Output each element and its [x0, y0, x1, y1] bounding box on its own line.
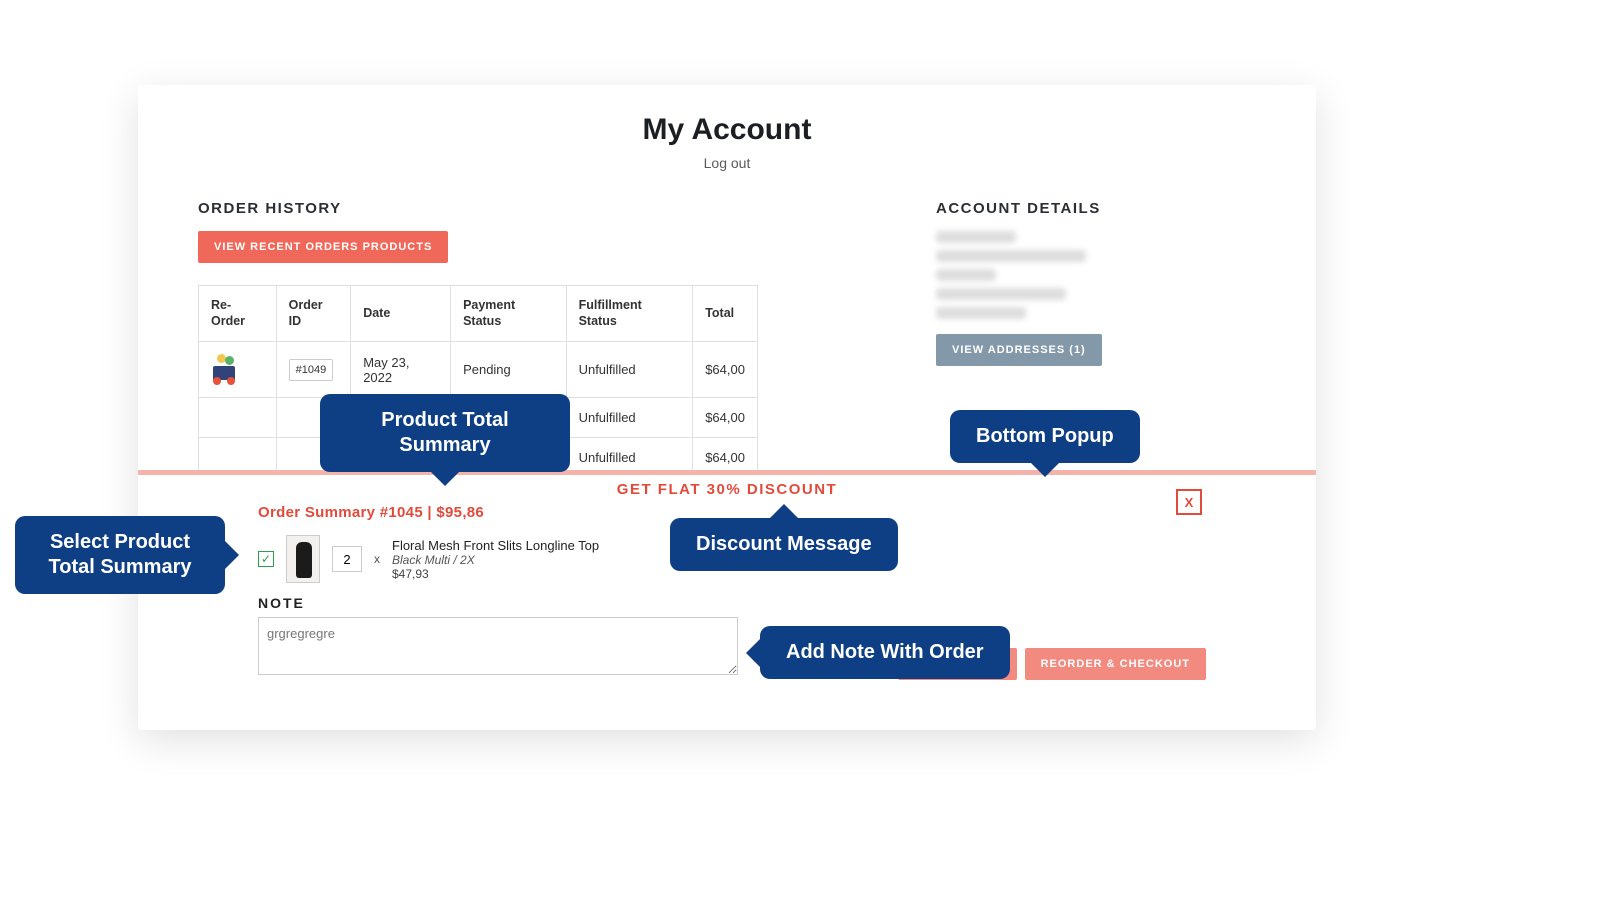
cell-total: $64,00 — [693, 398, 758, 438]
view-addresses-button[interactable]: VIEW ADDRESSES (1) — [936, 334, 1102, 366]
callout-label: Bottom Popup — [976, 425, 1114, 447]
account-card: My Account Log out ORDER HISTORY VIEW RE… — [138, 85, 1316, 730]
view-recent-orders-button[interactable]: VIEW RECENT ORDERS PRODUCTS — [198, 231, 448, 263]
cell-fulfillment: Unfulfilled — [566, 342, 693, 398]
table-row: #1049 May 23, 2022 Pending Unfulfilled $… — [199, 342, 758, 398]
reorder-checkout-button[interactable]: REORDER & CHECKOUT — [1025, 648, 1206, 680]
col-total: Total — [693, 286, 758, 342]
line-item-meta: Floral Mesh Front Slits Longline Top Bla… — [392, 538, 599, 581]
callout-bottom-popup: Bottom Popup — [950, 410, 1140, 463]
callout-label: Discount Message — [696, 533, 872, 555]
callout-add-note: Add Note With Order — [760, 626, 1010, 679]
close-popup-button[interactable]: X — [1176, 489, 1202, 515]
callout-discount-message: Discount Message — [670, 518, 898, 571]
line-item-checkbox[interactable]: ✓ — [258, 551, 274, 567]
col-payment-status: Payment Status — [451, 286, 567, 342]
cell-payment: Pending — [451, 342, 567, 398]
reorder-cart-icon[interactable] — [211, 354, 241, 382]
order-note-input[interactable] — [258, 617, 738, 675]
product-title: Floral Mesh Front Slits Longline Top — [392, 538, 599, 553]
order-history-heading: ORDER HISTORY — [198, 200, 758, 217]
discount-message: GET FLAT 30% DISCOUNT — [258, 481, 1196, 498]
callout-label: Add Note With Order — [786, 641, 984, 663]
page-title: My Account — [138, 113, 1316, 147]
callout-select-product-total-summary: Select Product Total Summary — [15, 516, 225, 594]
account-details-heading: ACCOUNT DETAILS — [936, 200, 1256, 217]
callout-product-total-summary: Product Total Summary — [320, 394, 570, 472]
reorder-bottom-popup: GET FLAT 30% DISCOUNT X Order Summary #1… — [138, 470, 1316, 730]
product-price: $47,93 — [392, 567, 599, 581]
product-thumbnail[interactable] — [286, 535, 320, 583]
account-address-blurred — [936, 231, 1256, 319]
col-fulfillment-status: Fulfillment Status — [566, 286, 693, 342]
logout-link[interactable]: Log out — [138, 155, 1316, 171]
cell-total: $64,00 — [693, 342, 758, 398]
quantity-input[interactable] — [332, 546, 362, 572]
callout-label: Select Product Total Summary — [49, 531, 192, 578]
product-variant: Black Multi / 2X — [392, 553, 599, 567]
callout-label: Product Total Summary — [381, 409, 508, 456]
col-order-id: Order ID — [276, 286, 351, 342]
order-id-chip[interactable]: #1049 — [289, 359, 334, 381]
times-symbol: x — [374, 552, 380, 566]
col-reorder: Re-Order — [199, 286, 277, 342]
note-heading: NOTE — [258, 595, 1196, 611]
col-date: Date — [351, 286, 451, 342]
cell-fulfillment: Unfulfilled — [566, 398, 693, 438]
cell-date: May 23, 2022 — [351, 342, 451, 398]
